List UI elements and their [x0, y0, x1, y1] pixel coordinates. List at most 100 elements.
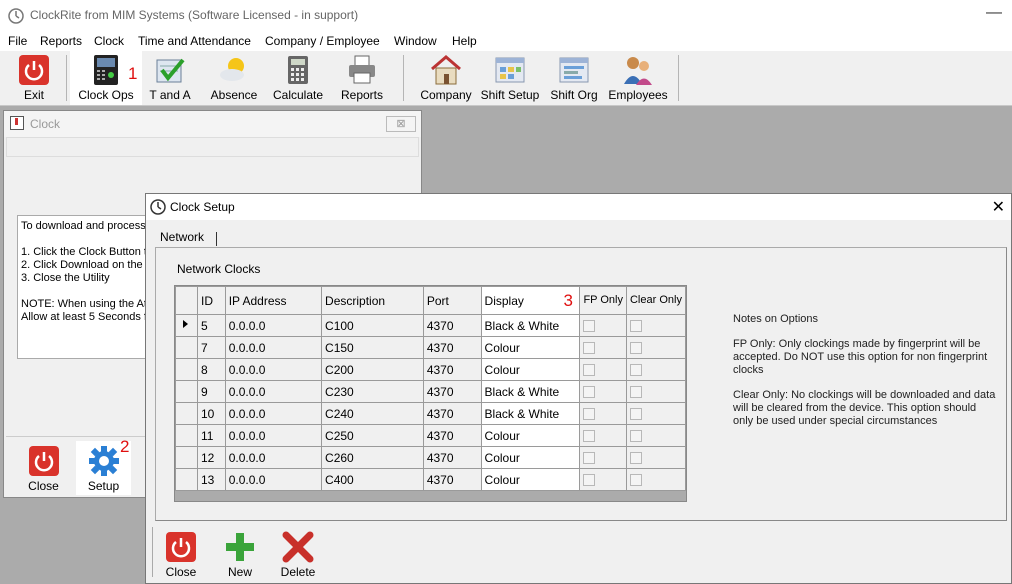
table-row[interactable]: 11 0.0.0.0 C250 4370 Colour — [175, 424, 687, 447]
cell-ip[interactable]: 0.0.0.0 — [224, 424, 323, 447]
row-selector[interactable] — [175, 468, 198, 491]
cell-ip[interactable]: 0.0.0.0 — [224, 314, 323, 337]
row-selector[interactable] — [175, 358, 198, 381]
cell-ip[interactable]: 0.0.0.0 — [224, 380, 323, 403]
row-selector[interactable] — [175, 314, 198, 337]
calculate-button[interactable]: Calculate — [270, 51, 326, 105]
menu-reports[interactable]: Reports — [40, 34, 82, 48]
cell-display[interactable]: Colour — [480, 336, 581, 359]
cell-port[interactable]: 4370 — [422, 358, 482, 381]
table-row[interactable]: 13 0.0.0.0 C400 4370 Colour — [175, 468, 687, 491]
cell-display[interactable]: Black & White — [480, 402, 581, 425]
cell-port[interactable]: 4370 — [422, 424, 482, 447]
fp-only-checkbox[interactable] — [583, 364, 596, 377]
cell-clear-only[interactable] — [625, 468, 687, 491]
col-fp-only[interactable]: FP Only — [579, 286, 627, 315]
cell-ip[interactable]: 0.0.0.0 — [224, 358, 323, 381]
clear-only-checkbox[interactable] — [629, 364, 642, 377]
fp-only-checkbox[interactable] — [583, 386, 596, 399]
cell-clear-only[interactable] — [625, 336, 687, 359]
cell-description[interactable]: C230 — [321, 380, 424, 403]
table-row[interactable]: 8 0.0.0.0 C200 4370 Colour — [175, 358, 687, 381]
cell-fp-only[interactable] — [579, 314, 627, 337]
clock-window-close[interactable]: ⊠ — [386, 116, 416, 132]
cell-id[interactable]: 5 — [197, 314, 226, 337]
cell-fp-only[interactable] — [579, 380, 627, 403]
cell-fp-only[interactable] — [579, 446, 627, 469]
setup-close-button[interactable]: Close — [152, 529, 210, 581]
cell-ip[interactable]: 0.0.0.0 — [224, 468, 323, 491]
company-button[interactable]: Company — [418, 51, 474, 105]
cell-clear-only[interactable] — [625, 424, 687, 447]
reports-button[interactable]: Reports — [334, 51, 390, 105]
fp-only-checkbox[interactable] — [583, 474, 596, 487]
fp-only-checkbox[interactable] — [583, 452, 596, 465]
cell-description[interactable]: C400 — [321, 468, 424, 491]
cell-fp-only[interactable] — [579, 358, 627, 381]
cell-fp-only[interactable] — [579, 468, 627, 491]
clock-ops-button[interactable]: Clock Ops 1 — [70, 51, 142, 105]
cell-ip[interactable]: 0.0.0.0 — [224, 336, 323, 359]
t-and-a-button[interactable]: T and A — [144, 51, 196, 105]
row-selector[interactable] — [175, 380, 198, 403]
clock-setup-close[interactable]: ✕ — [992, 197, 1005, 217]
network-clocks-grid[interactable]: ID IP Address Description Port Display 3… — [174, 285, 687, 502]
clear-only-checkbox[interactable] — [629, 430, 642, 443]
shift-setup-button[interactable]: Shift Setup — [480, 51, 540, 105]
cell-ip[interactable]: 0.0.0.0 — [224, 446, 323, 469]
cell-id[interactable]: 7 — [197, 336, 226, 359]
cell-id[interactable]: 9 — [197, 380, 226, 403]
cell-fp-only[interactable] — [579, 424, 627, 447]
cell-clear-only[interactable] — [625, 402, 687, 425]
cell-id[interactable]: 11 — [197, 424, 226, 447]
cell-clear-only[interactable] — [625, 358, 687, 381]
cell-description[interactable]: C250 — [321, 424, 424, 447]
cell-port[interactable]: 4370 — [422, 402, 482, 425]
menu-file[interactable]: File — [8, 34, 27, 48]
col-id[interactable]: ID — [197, 286, 226, 315]
table-row[interactable]: 12 0.0.0.0 C260 4370 Colour — [175, 446, 687, 469]
clear-only-checkbox[interactable] — [629, 408, 642, 421]
menu-window[interactable]: Window — [394, 34, 437, 48]
new-button[interactable]: New — [211, 529, 269, 581]
cell-clear-only[interactable] — [625, 314, 687, 337]
exit-button[interactable]: Exit — [8, 51, 60, 105]
cell-id[interactable]: 10 — [197, 402, 226, 425]
cell-id[interactable]: 12 — [197, 446, 226, 469]
col-port[interactable]: Port — [422, 286, 482, 315]
row-selector[interactable] — [175, 336, 198, 359]
absence-button[interactable]: Absence — [206, 51, 262, 105]
cell-port[interactable]: 4370 — [422, 446, 482, 469]
col-ip-address[interactable]: IP Address — [224, 286, 323, 315]
cell-ip[interactable]: 0.0.0.0 — [224, 402, 323, 425]
cell-id[interactable]: 13 — [197, 468, 226, 491]
cell-display[interactable]: Colour — [480, 358, 581, 381]
tab-network[interactable]: Network — [160, 230, 204, 244]
table-row[interactable]: 5 0.0.0.0 C100 4370 Black & White — [175, 314, 687, 337]
row-selector[interactable] — [175, 446, 198, 469]
cell-port[interactable]: 4370 — [422, 336, 482, 359]
cell-display[interactable]: Black & White — [480, 380, 581, 403]
cell-fp-only[interactable] — [579, 336, 627, 359]
cell-fp-only[interactable] — [579, 402, 627, 425]
cell-display[interactable]: Black & White — [480, 314, 581, 337]
col-display[interactable]: Display 3 — [480, 286, 581, 315]
cell-clear-only[interactable] — [625, 380, 687, 403]
clear-only-checkbox[interactable] — [629, 452, 642, 465]
cell-display[interactable]: Colour — [480, 424, 581, 447]
cell-clear-only[interactable] — [625, 446, 687, 469]
cell-port[interactable]: 4370 — [422, 380, 482, 403]
fp-only-checkbox[interactable] — [583, 342, 596, 355]
cell-port[interactable]: 4370 — [422, 468, 482, 491]
cell-description[interactable]: C100 — [321, 314, 424, 337]
cell-port[interactable]: 4370 — [422, 314, 482, 337]
clear-only-checkbox[interactable] — [629, 474, 642, 487]
row-selector[interactable] — [175, 424, 198, 447]
menu-clock[interactable]: Clock — [94, 34, 124, 48]
clear-only-checkbox[interactable] — [629, 386, 642, 399]
clear-only-checkbox[interactable] — [629, 320, 642, 333]
fp-only-checkbox[interactable] — [583, 430, 596, 443]
cell-description[interactable]: C260 — [321, 446, 424, 469]
fp-only-checkbox[interactable] — [583, 320, 596, 333]
table-row[interactable]: 9 0.0.0.0 C230 4370 Black & White — [175, 380, 687, 403]
